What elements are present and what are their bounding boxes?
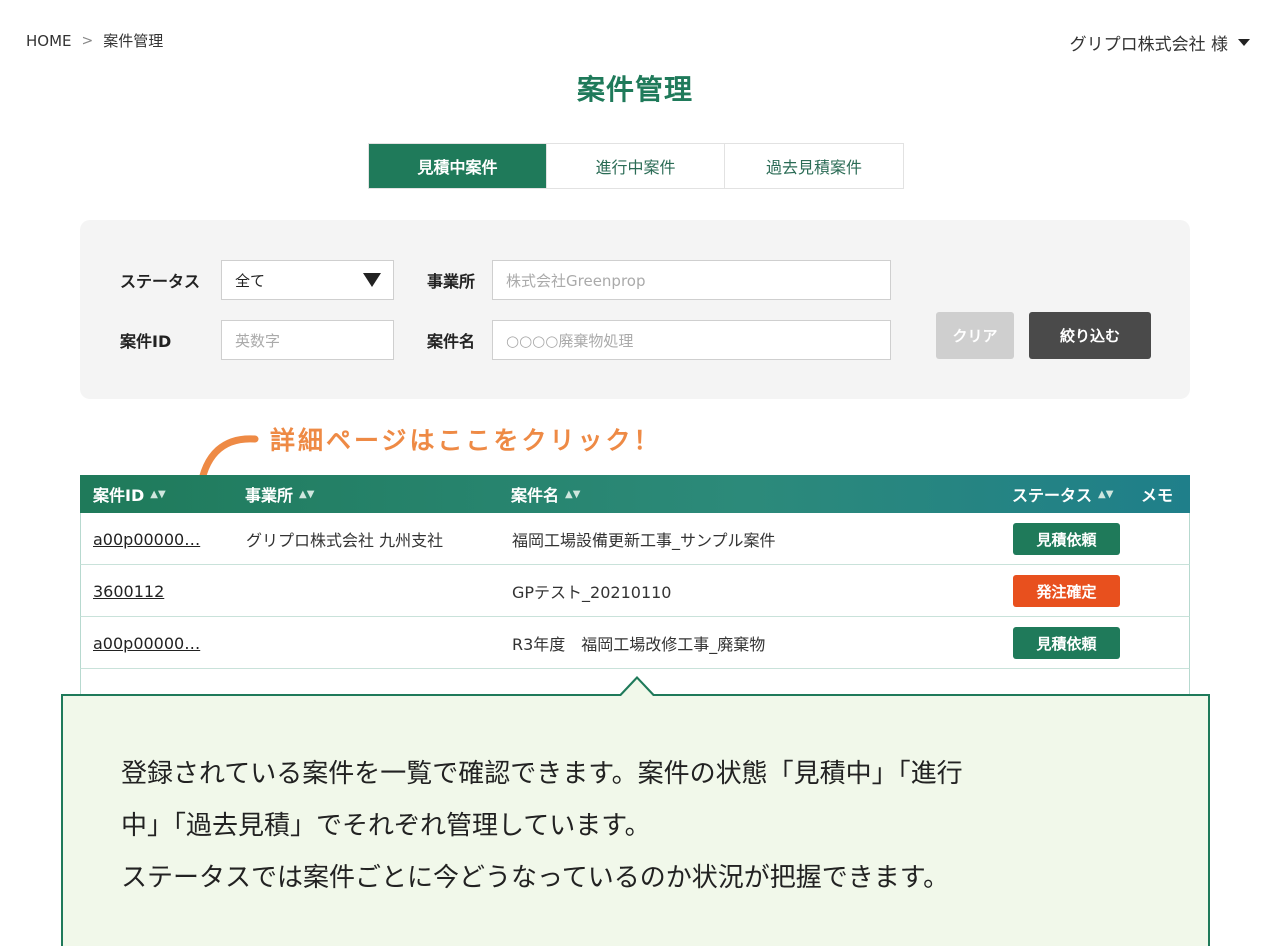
tooltip-pointer-inner	[621, 679, 653, 696]
case-name-cell: 福岡工場設備更新工事_サンプル案件	[512, 531, 776, 550]
filter-button[interactable]: 絞り込む	[1029, 312, 1151, 359]
case-name-cell: R3年度 福岡工場改修工事_廃棄物	[512, 635, 766, 654]
tooltip-line-3: ステータスでは案件ごとに今どうなっているのか状況が把握できます。	[121, 863, 950, 893]
tooltip-line-1: 登録されている案件を一覧で確認できます。案件の状態「見積中」「進行	[121, 759, 963, 789]
column-header-memo: メモ	[1141, 486, 1174, 505]
user-menu[interactable]: グリプロ株式会社 様	[1070, 30, 1250, 55]
office-input[interactable]: 株式会社Greenprop	[492, 260, 891, 300]
case-id-link[interactable]: 3600112	[93, 565, 221, 617]
tab-past-estimates[interactable]: 過去見積案件	[725, 144, 903, 188]
sort-icon: ▲▼	[1098, 488, 1114, 500]
case-name-filter-label: 案件名	[427, 332, 476, 351]
filter-panel: ステータス 全て 事業所 株式会社Greenprop 案件ID 英数字 案件名 …	[80, 220, 1190, 399]
column-header-name[interactable]: 案件名 ▲▼	[511, 475, 580, 513]
status-badge: 発注確定	[1013, 575, 1120, 607]
table-row: 3600112 GPテスト_20210110 発注確定	[80, 565, 1190, 617]
table-row: a00p00000… R3年度 福岡工場改修工事_廃棄物 見積依頼	[80, 617, 1190, 669]
table-row: a00p00000… グリプロ株式会社 九州支社 福岡工場設備更新工事_サンプル…	[80, 513, 1190, 565]
breadcrumb-current: 案件管理	[103, 32, 164, 50]
case-id-link[interactable]: a00p00000…	[93, 617, 221, 669]
breadcrumb-separator: >	[81, 32, 94, 49]
case-id-filter-label: 案件ID	[120, 332, 172, 351]
office-cell	[246, 617, 501, 669]
caret-down-icon	[1238, 39, 1250, 46]
office-cell	[246, 565, 501, 617]
tooltip-line-2: 中」「過去見積」でそれぞれ管理しています。	[121, 811, 651, 841]
tab-estimating[interactable]: 見積中案件	[369, 144, 547, 188]
tab-in-progress[interactable]: 進行中案件	[547, 144, 725, 188]
column-header-office[interactable]: 事業所 ▲▼	[245, 475, 314, 513]
tooltip-text: 登録されている案件を一覧で確認できます。案件の状態「見積中」「進行 中」「過去見…	[121, 748, 1141, 904]
breadcrumb-home-link[interactable]: HOME	[26, 32, 72, 50]
office-filter-label: 事業所	[427, 272, 476, 291]
status-filter-label: ステータス	[120, 272, 201, 291]
office-cell: グリプロ株式会社 九州支社	[246, 531, 444, 550]
sort-icon: ▲▼	[150, 488, 166, 500]
column-header-status[interactable]: ステータス ▲▼	[1012, 475, 1113, 513]
clear-button[interactable]: クリア	[936, 312, 1014, 359]
case-name-cell: GPテスト_20210110	[512, 583, 672, 602]
user-name: グリプロ株式会社 様	[1069, 35, 1228, 55]
dropdown-triangle-icon	[363, 273, 381, 287]
case-id-input[interactable]: 英数字	[221, 320, 394, 360]
table-header: 案件ID ▲▼ 事業所 ▲▼ 案件名 ▲▼ ステータス ▲▼ メモ	[80, 475, 1190, 513]
callout-text: 詳細ページはここをクリック！	[270, 426, 662, 455]
status-select[interactable]: 全て	[221, 260, 394, 300]
column-header-id[interactable]: 案件ID ▲▼	[93, 475, 166, 513]
tab-bar: 見積中案件 進行中案件 過去見積案件	[368, 143, 904, 189]
case-id-link[interactable]: a00p00000…	[93, 513, 221, 565]
status-badge: 見積依頼	[1013, 627, 1120, 659]
sort-icon: ▲▼	[565, 488, 581, 500]
status-select-value: 全て	[235, 271, 266, 290]
status-badge: 見積依頼	[1013, 523, 1120, 555]
page-title: 案件管理	[576, 73, 693, 106]
case-name-input[interactable]: ○○○○廃棄物処理	[492, 320, 891, 360]
tooltip-panel: 登録されている案件を一覧で確認できます。案件の状態「見積中」「進行 中」「過去見…	[61, 694, 1210, 946]
sort-icon: ▲▼	[299, 488, 315, 500]
breadcrumb: HOME > 案件管理	[26, 30, 163, 51]
